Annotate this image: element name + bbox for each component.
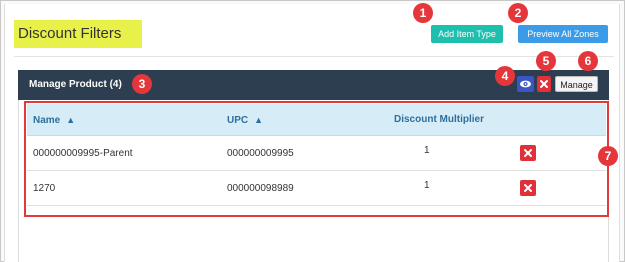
callout-badge-7: 7 xyxy=(598,146,618,166)
callout-badge-3: 3 xyxy=(132,74,152,94)
add-item-type-button[interactable]: Add Item Type xyxy=(431,25,503,43)
callout-badge-4: 4 xyxy=(495,66,515,86)
close-icon xyxy=(540,80,548,88)
eye-icon xyxy=(520,80,531,88)
page-title: Discount Filters xyxy=(14,20,142,48)
header-divider xyxy=(14,56,614,57)
manage-product-panel-header: Manage Product (4) Manage xyxy=(18,70,609,100)
callout-badge-6: 6 xyxy=(578,51,598,71)
preview-all-zones-button[interactable]: Preview All Zones xyxy=(518,25,608,43)
callout-badge-5: 5 xyxy=(536,51,556,71)
table-highlight-box xyxy=(24,101,609,217)
callout-badge-1: 1 xyxy=(413,3,433,23)
delete-product-button[interactable] xyxy=(537,76,551,92)
manage-button[interactable]: Manage xyxy=(555,76,598,92)
panel-title: Manage Product (4) xyxy=(29,79,122,90)
view-button[interactable] xyxy=(517,76,534,92)
callout-badge-2: 2 xyxy=(508,3,528,23)
